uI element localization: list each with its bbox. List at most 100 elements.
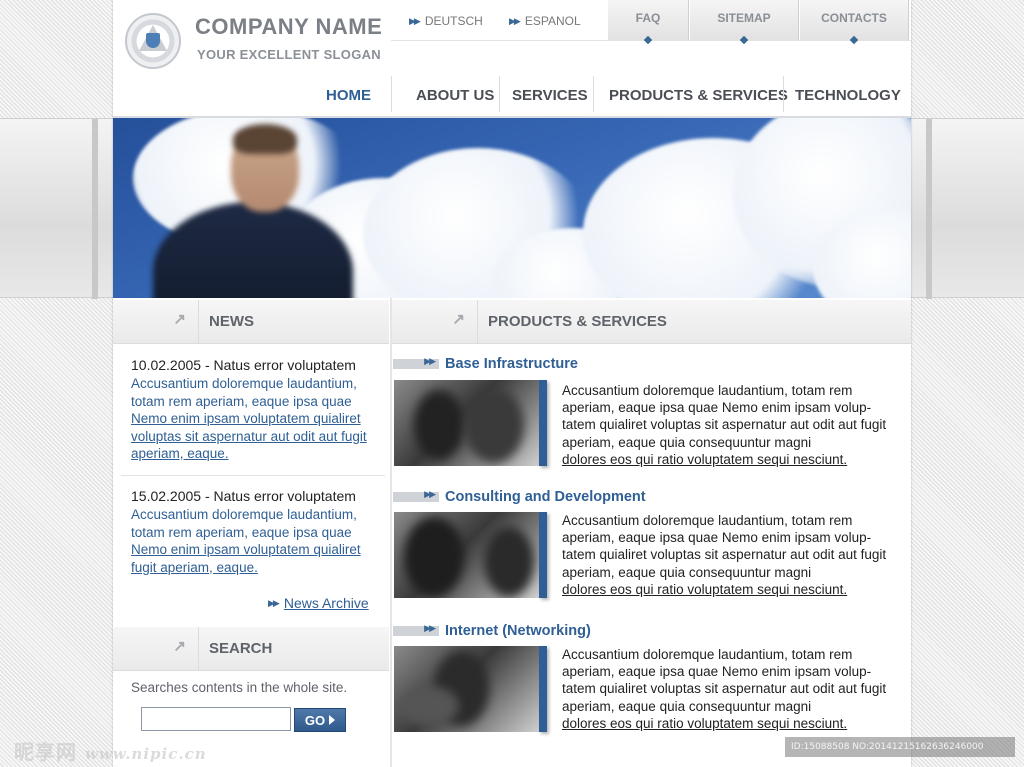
- news-separator: [121, 475, 385, 476]
- photo-blur-shape: [464, 388, 524, 463]
- product-title[interactable]: Internet (Networking): [445, 623, 591, 639]
- search-header-arrow-box: ↗: [113, 626, 199, 671]
- news-date-line: 10.02.2005 - Natus error voluptatem: [131, 357, 356, 373]
- double-arrow-icon: ▶▶: [424, 357, 436, 367]
- news-archive-label: News Archive: [283, 595, 369, 611]
- product-link[interactable]: dolores eos qui ratio voluptatem sequi n…: [562, 451, 902, 468]
- news-heading: NEWS: [209, 313, 254, 330]
- nav-about-us[interactable]: ABOUT US: [404, 74, 506, 116]
- hero-banner-image: [113, 118, 911, 298]
- person-hair: [233, 124, 297, 154]
- news-body: Accusantium doloremque laudantium, totam…: [131, 375, 381, 463]
- arrow-up-right-icon: ↗: [173, 637, 186, 655]
- product-description: Accusantium doloremque laudantium, totam…: [562, 512, 902, 598]
- nav-products-services[interactable]: PRODUCTS & SERVICES: [597, 74, 800, 116]
- top-tab-contacts[interactable]: CONTACTS: [799, 0, 909, 45]
- product-tag: ▶▶: [393, 624, 439, 636]
- top-tab-sitemap[interactable]: SITEMAP: [689, 0, 799, 45]
- double-arrow-icon: ▶▶: [409, 15, 421, 26]
- news-text: Accusantium doloremque laudantium, totam…: [131, 376, 357, 409]
- product-photo: [394, 512, 539, 598]
- company-name: COMPANY NAME: [195, 14, 383, 39]
- arrow-up-right-icon: ↗: [452, 310, 465, 328]
- top-tab-label: FAQ: [635, 11, 661, 25]
- top-tab-label: CONTACTS: [821, 11, 887, 25]
- product-accent-bar: [539, 646, 547, 732]
- photo-blur-shape: [399, 686, 459, 726]
- watermark-logo: 昵享网 www.nipic.cn: [14, 736, 207, 765]
- news-text: Accusantium doloremque laudantium, totam…: [131, 507, 357, 540]
- search-hint: Searches contents in the whole site.: [131, 680, 348, 695]
- product-tag: ▶▶: [393, 357, 439, 369]
- products-heading: PRODUCTS & SERVICES: [488, 313, 667, 330]
- lang-label: DEUTSCH: [424, 14, 483, 28]
- column-divider: [390, 298, 392, 767]
- product-accent-bar: [539, 380, 547, 466]
- product-title-row: ▶▶ Internet (Networking): [393, 622, 591, 640]
- tab-marker-icon: [643, 35, 653, 45]
- search-heading: SEARCH: [209, 640, 273, 657]
- go-button-label: GO: [304, 712, 326, 728]
- company-slogan: YOUR EXCELLENT SLOGAN: [197, 47, 381, 62]
- top-tab-faq[interactable]: FAQ: [607, 0, 689, 45]
- person-body: [153, 202, 353, 298]
- product-text: Accusantium doloremque laudantium, totam…: [562, 383, 887, 450]
- product-title[interactable]: Base Infrastructure: [445, 356, 578, 372]
- play-arrow-icon: [329, 715, 336, 725]
- double-arrow-icon: ▶▶: [268, 597, 280, 608]
- product-tag: ▶▶: [393, 490, 439, 502]
- search-header: ↗ SEARCH: [113, 626, 389, 671]
- side-band-groove: [92, 119, 98, 299]
- lang-label: ESPANOL: [524, 14, 581, 28]
- search-input[interactable]: [141, 707, 291, 731]
- product-photo: [394, 380, 539, 466]
- product-description: Accusantium doloremque laudantium, totam…: [562, 382, 902, 468]
- double-arrow-icon: ▶▶: [509, 15, 521, 26]
- photo-blur-shape: [414, 390, 464, 460]
- product-link[interactable]: dolores eos qui ratio voluptatem sequi n…: [562, 581, 902, 598]
- tab-marker-icon: [849, 35, 859, 45]
- news-date-line: 15.02.2005 - Natus error voluptatem: [131, 488, 356, 504]
- product-title-row: ▶▶ Consulting and Development: [393, 488, 646, 506]
- products-header: ↗ PRODUCTS & SERVICES: [392, 299, 911, 344]
- news-link[interactable]: Nemo enim ipsam voluptatem quialiret vol…: [131, 410, 381, 463]
- news-item: 15.02.2005 - Natus error voluptatem Accu…: [131, 488, 381, 576]
- product-accent-bar: [539, 512, 547, 598]
- watermark-url: www.nipic.cn: [84, 745, 207, 763]
- product-description: Accusantium doloremque laudantium, totam…: [562, 646, 902, 732]
- product-title-row: ▶▶ Base Infrastructure: [393, 355, 578, 373]
- product-link[interactable]: dolores eos qui ratio voluptatem sequi n…: [562, 715, 902, 732]
- tab-marker-icon: [739, 35, 749, 45]
- news-link[interactable]: Nemo enim ipsam voluptatem quialiret fug…: [131, 541, 381, 576]
- product-title[interactable]: Consulting and Development: [445, 489, 646, 505]
- news-header: ↗ NEWS: [113, 299, 389, 344]
- lang-link-espanol[interactable]: ▶▶ ESPANOL: [509, 14, 581, 28]
- news-archive-link[interactable]: ▶▶ News Archive: [268, 595, 369, 611]
- top-tab-label: SITEMAP: [717, 11, 771, 25]
- nav-separator: [391, 76, 392, 112]
- nav-services[interactable]: SERVICES: [500, 74, 600, 116]
- arrow-up-right-icon: ↗: [173, 310, 186, 328]
- person-photo: [153, 124, 353, 298]
- nav-separator: [593, 76, 594, 112]
- image-id-strip: ID:15088508 NO:20141215162636246000: [785, 737, 1015, 757]
- news-item: 10.02.2005 - Natus error voluptatem Accu…: [131, 357, 381, 463]
- search-go-button[interactable]: GO: [294, 708, 346, 732]
- photo-blur-shape: [404, 517, 464, 597]
- photo-blur-shape: [484, 527, 534, 597]
- lang-link-deutsch[interactable]: ▶▶ DEUTSCH: [409, 14, 483, 28]
- product-text: Accusantium doloremque laudantium, totam…: [562, 647, 887, 714]
- logo-shield: [146, 33, 160, 48]
- side-band-groove: [926, 119, 932, 299]
- news-body: Accusantium doloremque laudantium, totam…: [131, 506, 381, 576]
- news-header-arrow-box: ↗: [113, 299, 199, 344]
- double-arrow-icon: ▶▶: [424, 624, 436, 634]
- nav-home[interactable]: HOME: [314, 74, 383, 116]
- double-arrow-icon: ▶▶: [424, 490, 436, 500]
- product-text: Accusantium doloremque laudantium, totam…: [562, 513, 887, 580]
- watermark-cn: 昵享网: [14, 740, 77, 764]
- products-header-arrow-box: ↗: [392, 299, 478, 344]
- logo-icon[interactable]: [125, 13, 181, 69]
- product-photo: [394, 646, 539, 732]
- nav-technology[interactable]: TECHNOLOGY: [783, 74, 913, 116]
